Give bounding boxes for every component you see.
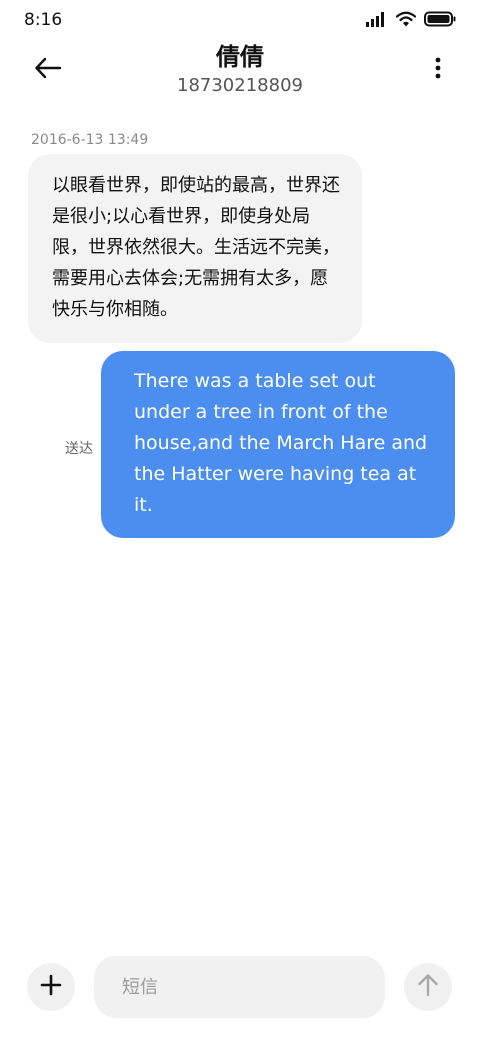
contact-name: 倩倩 [216,43,264,71]
add-attachment-button[interactable] [27,963,75,1011]
more-vertical-icon [435,57,441,83]
battery-icon [424,11,456,31]
signal-icon [366,11,388,31]
incoming-message-bubble[interactable]: 以眼看世界，即使站的最高，世界还是很小;以心看世界，即使身处局限，世界依然很大。… [28,154,362,343]
message-timestamp: 2016-6-13 13:49 [31,132,149,148]
message-input[interactable] [94,956,385,1018]
delivery-status: 送达 [65,441,93,457]
contact-number: 18730218809 [177,75,303,96]
status-time: 8:16 [24,10,63,30]
outgoing-message-bubble[interactable]: There was a table set out under a tree i… [101,351,455,538]
more-options-button[interactable] [430,56,446,84]
status-icons [366,11,456,31]
messaging-screen: 8:16 倩倩 18730218809 2016-6-13 13:49 以眼看世… [0,0,480,1040]
arrow-up-icon [417,973,439,1001]
contact-title: 倩倩 18730218809 [0,42,480,98]
send-button[interactable] [404,963,452,1011]
plus-icon [40,974,62,1000]
status-bar: 8:16 [0,0,480,40]
conversation-header: 倩倩 18730218809 [0,40,480,104]
wifi-icon [395,11,417,31]
